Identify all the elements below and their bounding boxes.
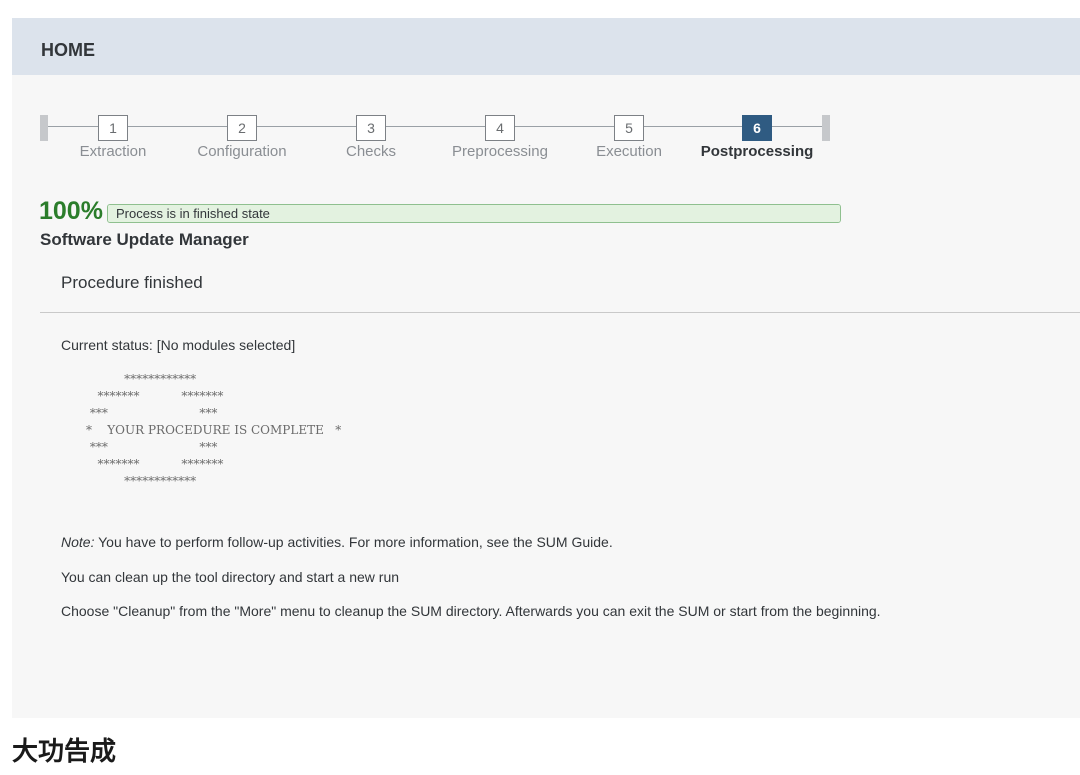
page-header: HOME — [12, 18, 1080, 75]
step-2-box[interactable]: 2 — [227, 115, 257, 141]
app-title: Software Update Manager — [40, 230, 249, 249]
step-6-label: Postprocessing — [700, 143, 814, 160]
note-label: Note: — [61, 534, 95, 550]
step-4-box[interactable]: 4 — [485, 115, 515, 141]
page-title: HOME — [41, 40, 95, 60]
cleanup-info: You can clean up the tool directory and … — [61, 569, 400, 585]
note-line: Note: You have to perform follow-up acti… — [61, 534, 613, 550]
roadmap-start-cap — [40, 115, 48, 141]
ascii-completion-banner: ************ ******* ******* *** *** * Y… — [86, 372, 342, 488]
roadmap-line — [48, 126, 823, 127]
step-1-box[interactable]: 1 — [98, 115, 128, 141]
step-2-label: Configuration — [197, 143, 287, 160]
progress-status-text: Process is in finished state — [116, 206, 270, 221]
progress-percent: 100% — [39, 197, 103, 225]
step-4-label: Preprocessing — [452, 143, 548, 160]
procedure-subtitle: Procedure finished — [61, 273, 203, 292]
roadmap-end-cap — [822, 115, 830, 141]
step-1-label: Extraction — [79, 143, 147, 160]
step-5-label: Execution — [596, 143, 662, 160]
progress-bar: Process is in finished state — [107, 204, 841, 223]
section-divider — [40, 312, 1080, 313]
current-status: Current status: [No modules selected] — [61, 337, 296, 353]
step-6-box[interactable]: 6 — [742, 115, 772, 141]
step-3-label: Checks — [345, 143, 397, 160]
caption-text: 大功告成 — [12, 737, 117, 767]
step-5-box[interactable]: 5 — [614, 115, 644, 141]
step-3-box[interactable]: 3 — [356, 115, 386, 141]
cleanup-instruction: Choose "Cleanup" from the "More" menu to… — [61, 603, 881, 619]
note-text: You have to perform follow-up activities… — [94, 534, 613, 550]
